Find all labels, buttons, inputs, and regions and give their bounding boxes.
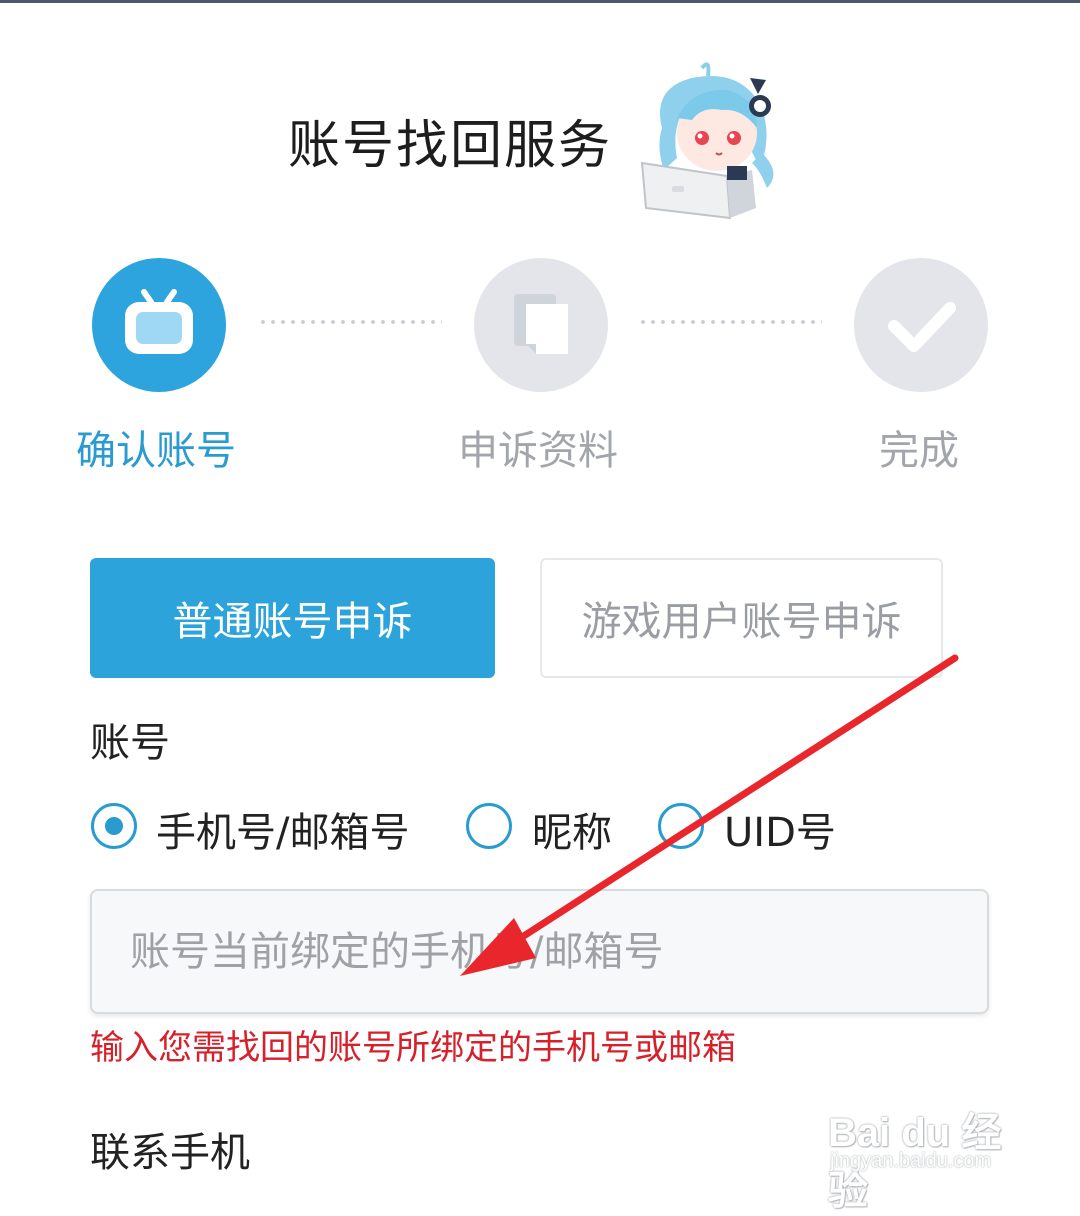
- radio-label-nickname[interactable]: 昵称: [532, 800, 612, 858]
- step-label-complete: 完成: [879, 428, 959, 474]
- step-complete: [854, 258, 988, 392]
- step-confirm-account: [92, 258, 226, 392]
- account-hint: 输入您需找回的账号所绑定的手机号或邮箱: [90, 1028, 736, 1068]
- step-connector: [258, 320, 442, 324]
- page-title: 账号找回服务: [288, 116, 613, 176]
- tv-icon: [125, 289, 193, 354]
- tab-game-user-appeal[interactable]: 游戏用户账号申诉: [540, 558, 943, 678]
- checkmark-icon: [888, 302, 956, 352]
- radio-phone-email[interactable]: [91, 803, 137, 849]
- radio-uid[interactable]: [658, 803, 704, 849]
- tab-normal-account-appeal[interactable]: 普通账号申诉: [90, 558, 495, 678]
- account-label: 账号: [90, 720, 170, 766]
- watermark-url: jingyan.baidu.com: [830, 1150, 992, 1172]
- radio-label-uid[interactable]: UID号: [724, 800, 836, 858]
- radio-nickname[interactable]: [466, 803, 512, 849]
- step-appeal-materials: [474, 258, 608, 392]
- documents-icon: [514, 294, 568, 354]
- baidu-watermark: Bai du 经验 jingyan.baidu.com: [828, 1100, 1028, 1213]
- account-input[interactable]: [90, 889, 989, 1014]
- contact-phone-label: 联系手机: [90, 1130, 250, 1176]
- step-connector: [638, 320, 822, 324]
- mascot-illustration: [640, 62, 774, 220]
- step-label-appeal-materials: 申诉资料: [458, 428, 618, 474]
- radio-label-phone-email[interactable]: 手机号/邮箱号: [156, 800, 409, 858]
- top-border: [0, 0, 1080, 3]
- step-label-confirm-account: 确认账号: [76, 428, 236, 474]
